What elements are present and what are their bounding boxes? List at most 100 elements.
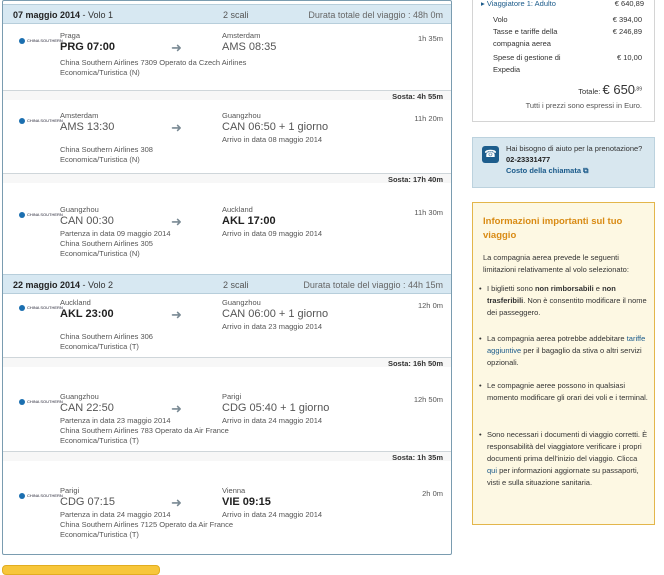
departure-time: AKL 23:00: [60, 308, 114, 320]
layover-duration: Sosta: 16h 50m: [387, 359, 443, 368]
segment-duration: 11h 20m: [414, 114, 443, 123]
leg-label: - Volo 1: [80, 10, 114, 20]
airline-flower-icon: [19, 212, 25, 218]
cabin-class: Economica/Turistica (N): [60, 155, 140, 164]
layover-bar: Sosta: 17h 40m: [3, 173, 451, 184]
arrow-right-icon: ➜: [171, 40, 182, 55]
price-summary: ▸ Viaggiatore 1: Adulto € 640,89 Volo € 3…: [472, 0, 655, 122]
departure-city: Guangzhou: [60, 392, 99, 401]
info-bullet: Le compagnie aeree possono in qualsiasi …: [479, 380, 649, 404]
cabin-class: Economica/Turistica (N): [60, 68, 140, 77]
arrival-time: CDG 05:40 + 1 giorno: [222, 402, 330, 414]
traveler-subtotal: € 640,89: [614, 0, 644, 8]
important-info-box: Informazioni importanti sul tuo viaggio …: [472, 202, 655, 525]
arrival-city: Guangzhou: [222, 111, 261, 120]
traveler-toggle[interactable]: ▸ Viaggiatore 1: Adulto: [481, 0, 556, 8]
airline-logo: CHINA SOUTHERN: [19, 493, 63, 501]
segment-duration: 1h 35m: [417, 34, 443, 43]
airline-flower-icon: [19, 118, 25, 124]
arrival-city: Auckland: [222, 205, 253, 214]
info-bullet: Sono necessari i documenti di viaggio co…: [479, 429, 649, 489]
departure-date-note: Partenza in data 24 maggio 2014: [60, 510, 171, 519]
leg-stops: 2 scali: [223, 280, 249, 290]
airline-flight: China Southern Airlines 308: [60, 145, 153, 154]
departure-city: Amsterdam: [60, 111, 99, 120]
departure-date-note: Partenza in data 09 maggio 2014: [60, 229, 171, 238]
arrow-right-icon: ➜: [171, 401, 182, 416]
help-question: Hai bisogno di aiuto per la prenotazione…: [506, 144, 643, 153]
documents-link[interactable]: qui: [487, 466, 497, 475]
arrival-time: CAN 06:00 + 1 giorno: [222, 308, 329, 320]
call-cost-link[interactable]: Costo della chiamata ⧉: [506, 166, 588, 176]
info-title: Informazioni importanti sul tuo viaggio: [483, 216, 623, 241]
airline-logo: CHINA SOUTHERN: [19, 305, 63, 313]
leg-header-2: 22 maggio 2014 - Volo 2 2 scali Durata t…: [3, 274, 451, 294]
arrival-date-note: Arrivo in data 09 maggio 2014: [222, 229, 323, 238]
airline-flower-icon: [19, 38, 25, 44]
departure-city: Praga: [60, 31, 81, 40]
departure-time: CAN 22:50: [60, 402, 114, 414]
itinerary-panel: 07 maggio 2014 - Volo 1 2 scali Durata t…: [2, 0, 452, 555]
segment-duration: 2h 0m: [422, 489, 443, 498]
arrival-time: VIE 09:15: [222, 496, 271, 508]
segment-duration: 12h 0m: [417, 301, 443, 310]
airline-flight: China Southern Airlines 306: [60, 332, 153, 341]
arrow-right-icon: ➜: [171, 120, 182, 135]
leg-header-1: 07 maggio 2014 - Volo 1 2 scali Durata t…: [3, 4, 451, 24]
arrival-city: Vienna: [222, 486, 246, 495]
arrival-city: Amsterdam: [222, 31, 261, 40]
departure-city: Auckland: [60, 298, 91, 307]
arrival-date-note: Arrivo in data 24 maggio 2014: [222, 416, 323, 425]
info-intro: La compagnia aerea prevede le seguenti l…: [483, 253, 629, 274]
departure-time: PRG 07:00: [60, 41, 116, 53]
leg-duration: Durata totale del viaggio : 48h 0m: [308, 10, 443, 20]
phone-icon: ☎: [482, 146, 499, 163]
arrival-city: Guangzhou: [222, 298, 261, 307]
arrival-time: AMS 08:35: [222, 41, 277, 53]
departure-time: CAN 00:30: [60, 215, 114, 227]
airline-logo: CHINA SOUTHERN: [19, 399, 63, 407]
airline-flight: China Southern Airlines 783 Operato da A…: [60, 426, 229, 435]
layover-bar: Sosta: 1h 35m: [3, 451, 451, 462]
total-price: Totale: € 650,89: [578, 82, 642, 97]
leg-date: 07 maggio 2014: [13, 10, 81, 20]
arrow-right-icon: ➜: [171, 214, 182, 229]
departure-time: CDG 07:15: [60, 496, 116, 508]
layover-bar: Sosta: 4h 55m: [3, 90, 451, 101]
arrival-date-note: Arrivo in data 24 maggio 2014: [222, 510, 323, 519]
airline-flower-icon: [19, 493, 25, 499]
departure-city: Parigi: [60, 486, 80, 495]
cabin-class: Economica/Turistica (T): [60, 342, 139, 351]
airline-flight: China Southern Airlines 305: [60, 239, 153, 248]
info-bullet: I biglietti sono non rimborsabili e non …: [479, 283, 649, 319]
layover-bar: Sosta: 16h 50m: [3, 357, 451, 368]
segment-duration: 12h 50m: [413, 395, 443, 404]
airline-logo: CHINA SOUTHERN: [19, 118, 63, 126]
arrow-right-icon: ➜: [171, 307, 182, 322]
arrival-time: AKL 17:00: [222, 215, 276, 227]
arrival-date-note: Arrivo in data 08 maggio 2014: [222, 135, 323, 144]
departure-city: Guangzhou: [60, 205, 99, 214]
layover-duration: Sosta: 17h 40m: [387, 175, 443, 184]
help-box: ☎ Hai bisogno di aiuto per la prenotazio…: [472, 137, 655, 188]
arrival-time: CAN 06:50 + 1 giorno: [222, 121, 329, 133]
cabin-class: Economica/Turistica (T): [60, 530, 139, 539]
arrow-right-icon: ➜: [171, 495, 182, 510]
cabin-class: Economica/Turistica (N): [60, 249, 140, 258]
cabin-class: Economica/Turistica (T): [60, 436, 139, 445]
price-row: compagnia aerea: [493, 39, 551, 48]
arrival-city: Parigi: [222, 392, 242, 401]
airline-flight: China Southern Airlines 7125 Operato da …: [60, 520, 234, 529]
departure-date-note: Partenza in data 23 maggio 2014: [60, 416, 171, 425]
segment-duration: 11h 30m: [414, 208, 443, 217]
layover-duration: Sosta: 4h 55m: [392, 92, 443, 101]
airline-logo: CHINA SOUTHERN: [19, 38, 63, 46]
arrival-date-note: Arrivo in data 23 maggio 2014: [222, 322, 323, 331]
leg-stops: 2 scali: [223, 10, 249, 20]
leg-date: 22 maggio 2014: [13, 280, 81, 290]
price-row: Expedia: [493, 65, 521, 74]
continue-button[interactable]: [2, 565, 160, 575]
leg-duration: Durata totale del viaggio : 44h 15m: [303, 280, 443, 290]
airline-flight: China Southern Airlines 7309 Operato da …: [60, 58, 247, 67]
currency-note: Tutti i prezzi sono espressi in Euro.: [525, 101, 642, 110]
